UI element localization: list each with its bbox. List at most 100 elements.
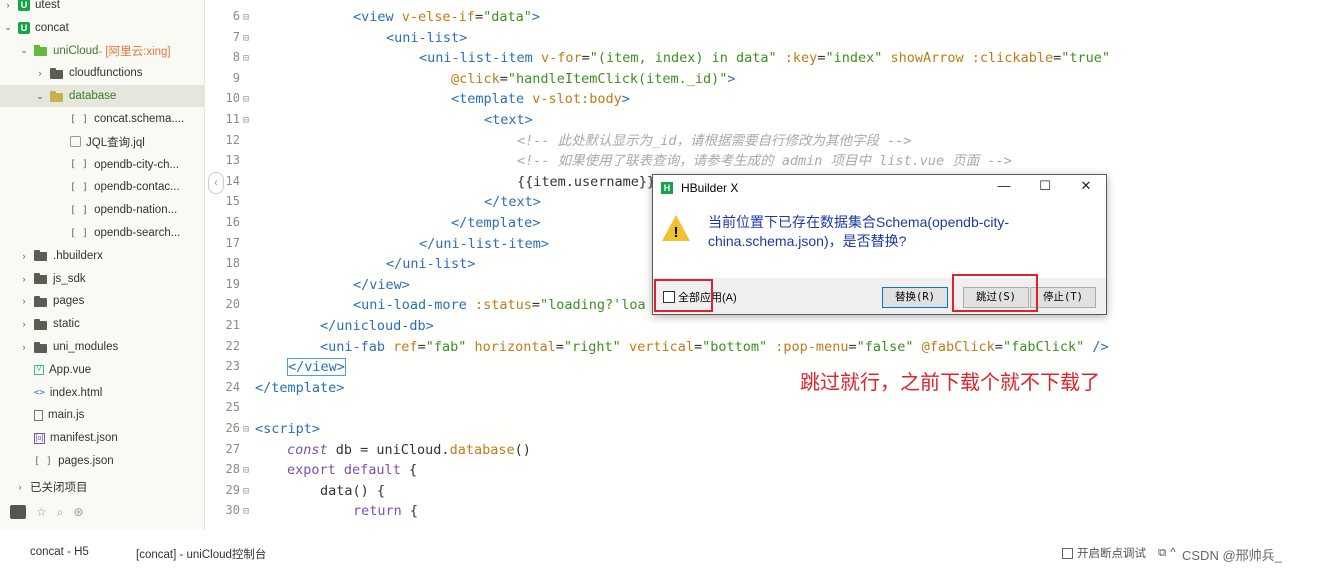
tree-item[interactable]: [ ] pages.json — [0, 450, 204, 472]
tree-item[interactable]: <> index.html — [0, 382, 204, 404]
minimize-icon[interactable]: — — [994, 178, 1014, 193]
fold-icon[interactable]: ⊟ — [243, 506, 253, 517]
code-line-30: return { — [353, 503, 419, 520]
code-line-14: {{item.username}} — [517, 173, 656, 190]
project-icon: U — [18, 0, 30, 11]
tree-item[interactable]: [ ] opendb-contac... — [0, 176, 204, 198]
chevron-up-icon[interactable]: ^ — [1170, 547, 1175, 559]
code-line-9: @click="handleItemClick(item._id)"> — [451, 70, 736, 87]
fold-icon[interactable]: ⊟ — [243, 53, 253, 64]
tree-item[interactable]: JQL查询.jql — [0, 131, 204, 153]
folder-icon — [34, 273, 48, 285]
line-number: 6 ⊟ — [205, 9, 255, 30]
chevron-down-icon[interactable]: ⌄ — [2, 22, 14, 33]
line-number-text: 24 — [225, 379, 240, 394]
screen-icon[interactable]: ⧉ — [1158, 547, 1166, 560]
chevron-right-icon[interactable]: › — [18, 274, 30, 284]
line-number-text: 6 — [232, 9, 240, 23]
line-number-text: 17 — [225, 235, 240, 250]
tree-item-label: .hbuilderx — [53, 249, 103, 262]
fold-icon[interactable]: ⊟ — [243, 115, 253, 126]
debug-toggle[interactable]: 开启断点调试 ⧉ ^ — [1062, 545, 1176, 561]
line-number-text: 28 — [225, 462, 240, 477]
tree-item[interactable]: main.js — [0, 404, 204, 426]
collapse-sidebar-button[interactable]: ‹ — [208, 172, 224, 194]
project-manager-icon[interactable] — [10, 505, 26, 519]
chevron-right-icon[interactable]: › — [2, 0, 14, 10]
annotation-text: 跳过就行，之前下载个就不下载了 — [800, 370, 1100, 394]
tree-item-label: pages — [53, 295, 85, 308]
line-number: 30 ⊟ — [205, 503, 255, 524]
line-number-text: 12 — [225, 132, 240, 147]
tree-item[interactable]: › pages — [0, 290, 204, 312]
run-target[interactable]: concat - H5 — [30, 546, 89, 558]
fold-icon[interactable]: ⊟ — [243, 94, 253, 105]
line-number-text: 29 — [225, 482, 240, 497]
vue-file-icon: V — [34, 364, 44, 375]
code-line-18: </uni-list> — [386, 256, 476, 273]
fold-icon[interactable]: ⊟ — [243, 12, 253, 23]
fold-icon[interactable]: ⊟ — [243, 465, 253, 476]
tree-item[interactable]: ⌄ uniCloud - [阿里云:xing] — [0, 40, 204, 62]
stop-button[interactable]: 停止(T) — [1030, 287, 1096, 308]
tree-item[interactable]: [ ] opendb-nation... — [0, 199, 204, 221]
tree-item-label: concat.schema.... — [94, 113, 185, 125]
line-number-text: 26 — [225, 421, 240, 435]
tree-item[interactable]: › cloudfunctions — [0, 62, 204, 84]
plugin-icon[interactable]: ⊛ — [74, 505, 84, 519]
chevron-right-icon[interactable]: › — [18, 296, 30, 306]
json-file-icon: [ ] — [70, 204, 89, 216]
code-line-20: <uni-load-more :status="loading?'loa — [353, 297, 646, 314]
line-number-text: 25 — [225, 400, 240, 415]
line-number: 18 — [205, 256, 255, 277]
fold-icon[interactable]: ⊟ — [243, 424, 253, 435]
closed-projects-row[interactable]: › 已关闭项目 — [0, 476, 204, 498]
right-margin — [1240, 0, 1326, 571]
tree-item[interactable]: › .hbuilderx — [0, 245, 204, 267]
star-icon[interactable]: ☆ — [36, 505, 47, 519]
unicloud-console-tab[interactable]: [concat] - uniCloud控制台 — [136, 546, 266, 562]
code-line-12: <!-- 此处默认显示为_id，请根据需要自行修改为其他字段 --> — [517, 132, 912, 149]
fold-icon[interactable]: ⊟ — [243, 33, 253, 44]
line-number-text: 16 — [225, 215, 240, 229]
line-number-text: 19 — [225, 276, 240, 291]
tree-item[interactable]: › js_sdk — [0, 268, 204, 290]
tree-item[interactable]: [ ] opendb-search... — [0, 222, 204, 244]
tree-item[interactable]: › Uutest — [0, 0, 204, 16]
tree-item-label: utest — [35, 0, 60, 11]
dialog-body: ! 当前位置下已存在数据集合Schema(opendb-city-china.s… — [653, 201, 1106, 278]
replace-button[interactable]: 替换(R) — [882, 287, 948, 308]
code-line-8: <uni-list-item v-for="(item, index) in d… — [419, 50, 1110, 67]
tree-item[interactable]: [ ] opendb-city-ch... — [0, 154, 204, 176]
chevron-right-icon[interactable]: › — [34, 68, 46, 78]
maximize-icon[interactable]: ☐ — [1035, 178, 1055, 194]
tree-item[interactable]: ⌄ Uconcat — [0, 17, 204, 39]
dialog-message: 当前位置下已存在数据集合Schema(opendb-city-china.sch… — [708, 214, 1010, 249]
tree-item[interactable]: › uni_modules — [0, 336, 204, 358]
close-icon[interactable]: ✕ — [1076, 178, 1096, 194]
tree-item[interactable]: [o] manifest.json — [0, 427, 204, 449]
manifest-file-icon: [o] — [34, 432, 45, 444]
line-number-text: 9 — [232, 70, 240, 85]
line-number: 9 — [205, 71, 255, 92]
code-line-17: </uni-list-item> — [419, 235, 550, 252]
chevron-right-icon[interactable]: › — [18, 251, 30, 261]
chevron-down-icon[interactable]: ⌄ — [18, 45, 30, 56]
chevron-right-icon[interactable]: › — [18, 342, 30, 352]
code-line-22: <uni-fab ref="fab" horizontal="right" ve… — [320, 338, 1109, 355]
tree-item[interactable]: › static — [0, 313, 204, 335]
tree-item[interactable]: [ ] concat.schema.... — [0, 108, 204, 130]
chevron-right-icon[interactable]: › — [18, 319, 30, 329]
tree-item[interactable]: V App.vue — [0, 359, 204, 381]
folder-icon — [34, 318, 48, 330]
tree-item-label: opendb-city-ch... — [94, 158, 180, 171]
tree-item-label: main.js — [48, 409, 85, 422]
debug-checkbox[interactable] — [1062, 547, 1073, 559]
tree-item[interactable]: ⌄ database — [0, 85, 204, 108]
highlight-apply-all — [654, 279, 713, 312]
chevron-down-icon[interactable]: ⌄ — [34, 91, 46, 102]
fold-icon[interactable]: ⊟ — [243, 486, 253, 497]
search-icon[interactable]: ⌕ — [57, 505, 64, 520]
tree-item-label: js_sdk — [53, 272, 86, 285]
line-number: 26 ⊟ — [205, 421, 255, 442]
